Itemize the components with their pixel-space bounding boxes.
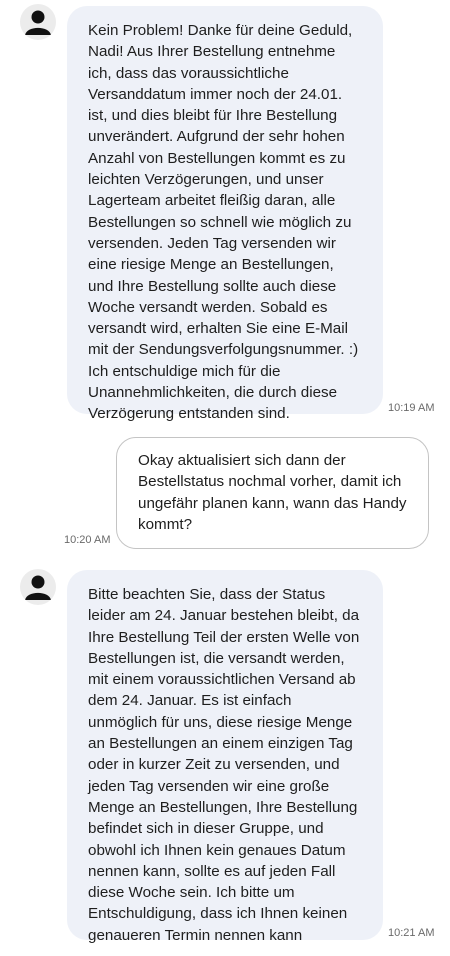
message-text: Okay aktualisiert sich dann der Bestells… [138,452,407,533]
message-text: Bitte beachten Sie, dass der Status leid… [88,586,360,944]
message-timestamp: 10:19 AM [388,402,435,414]
message-bubble-agent: Kein Problem! Danke für deine Geduld, Na… [67,6,383,422]
message-text: Kein Problem! Danke für deine Geduld, Na… [88,22,359,423]
message-bubble-agent: Bitte beachten Sie, dass der Status leid… [67,570,383,944]
message-bubble-user: Okay aktualisiert sich dann der Bestells… [116,437,429,549]
message-timestamp: 10:20 AM [64,534,111,546]
message-timestamp: 10:21 AM [388,927,435,939]
agent-avatar-icon [20,569,56,605]
agent-avatar-icon [20,4,56,40]
